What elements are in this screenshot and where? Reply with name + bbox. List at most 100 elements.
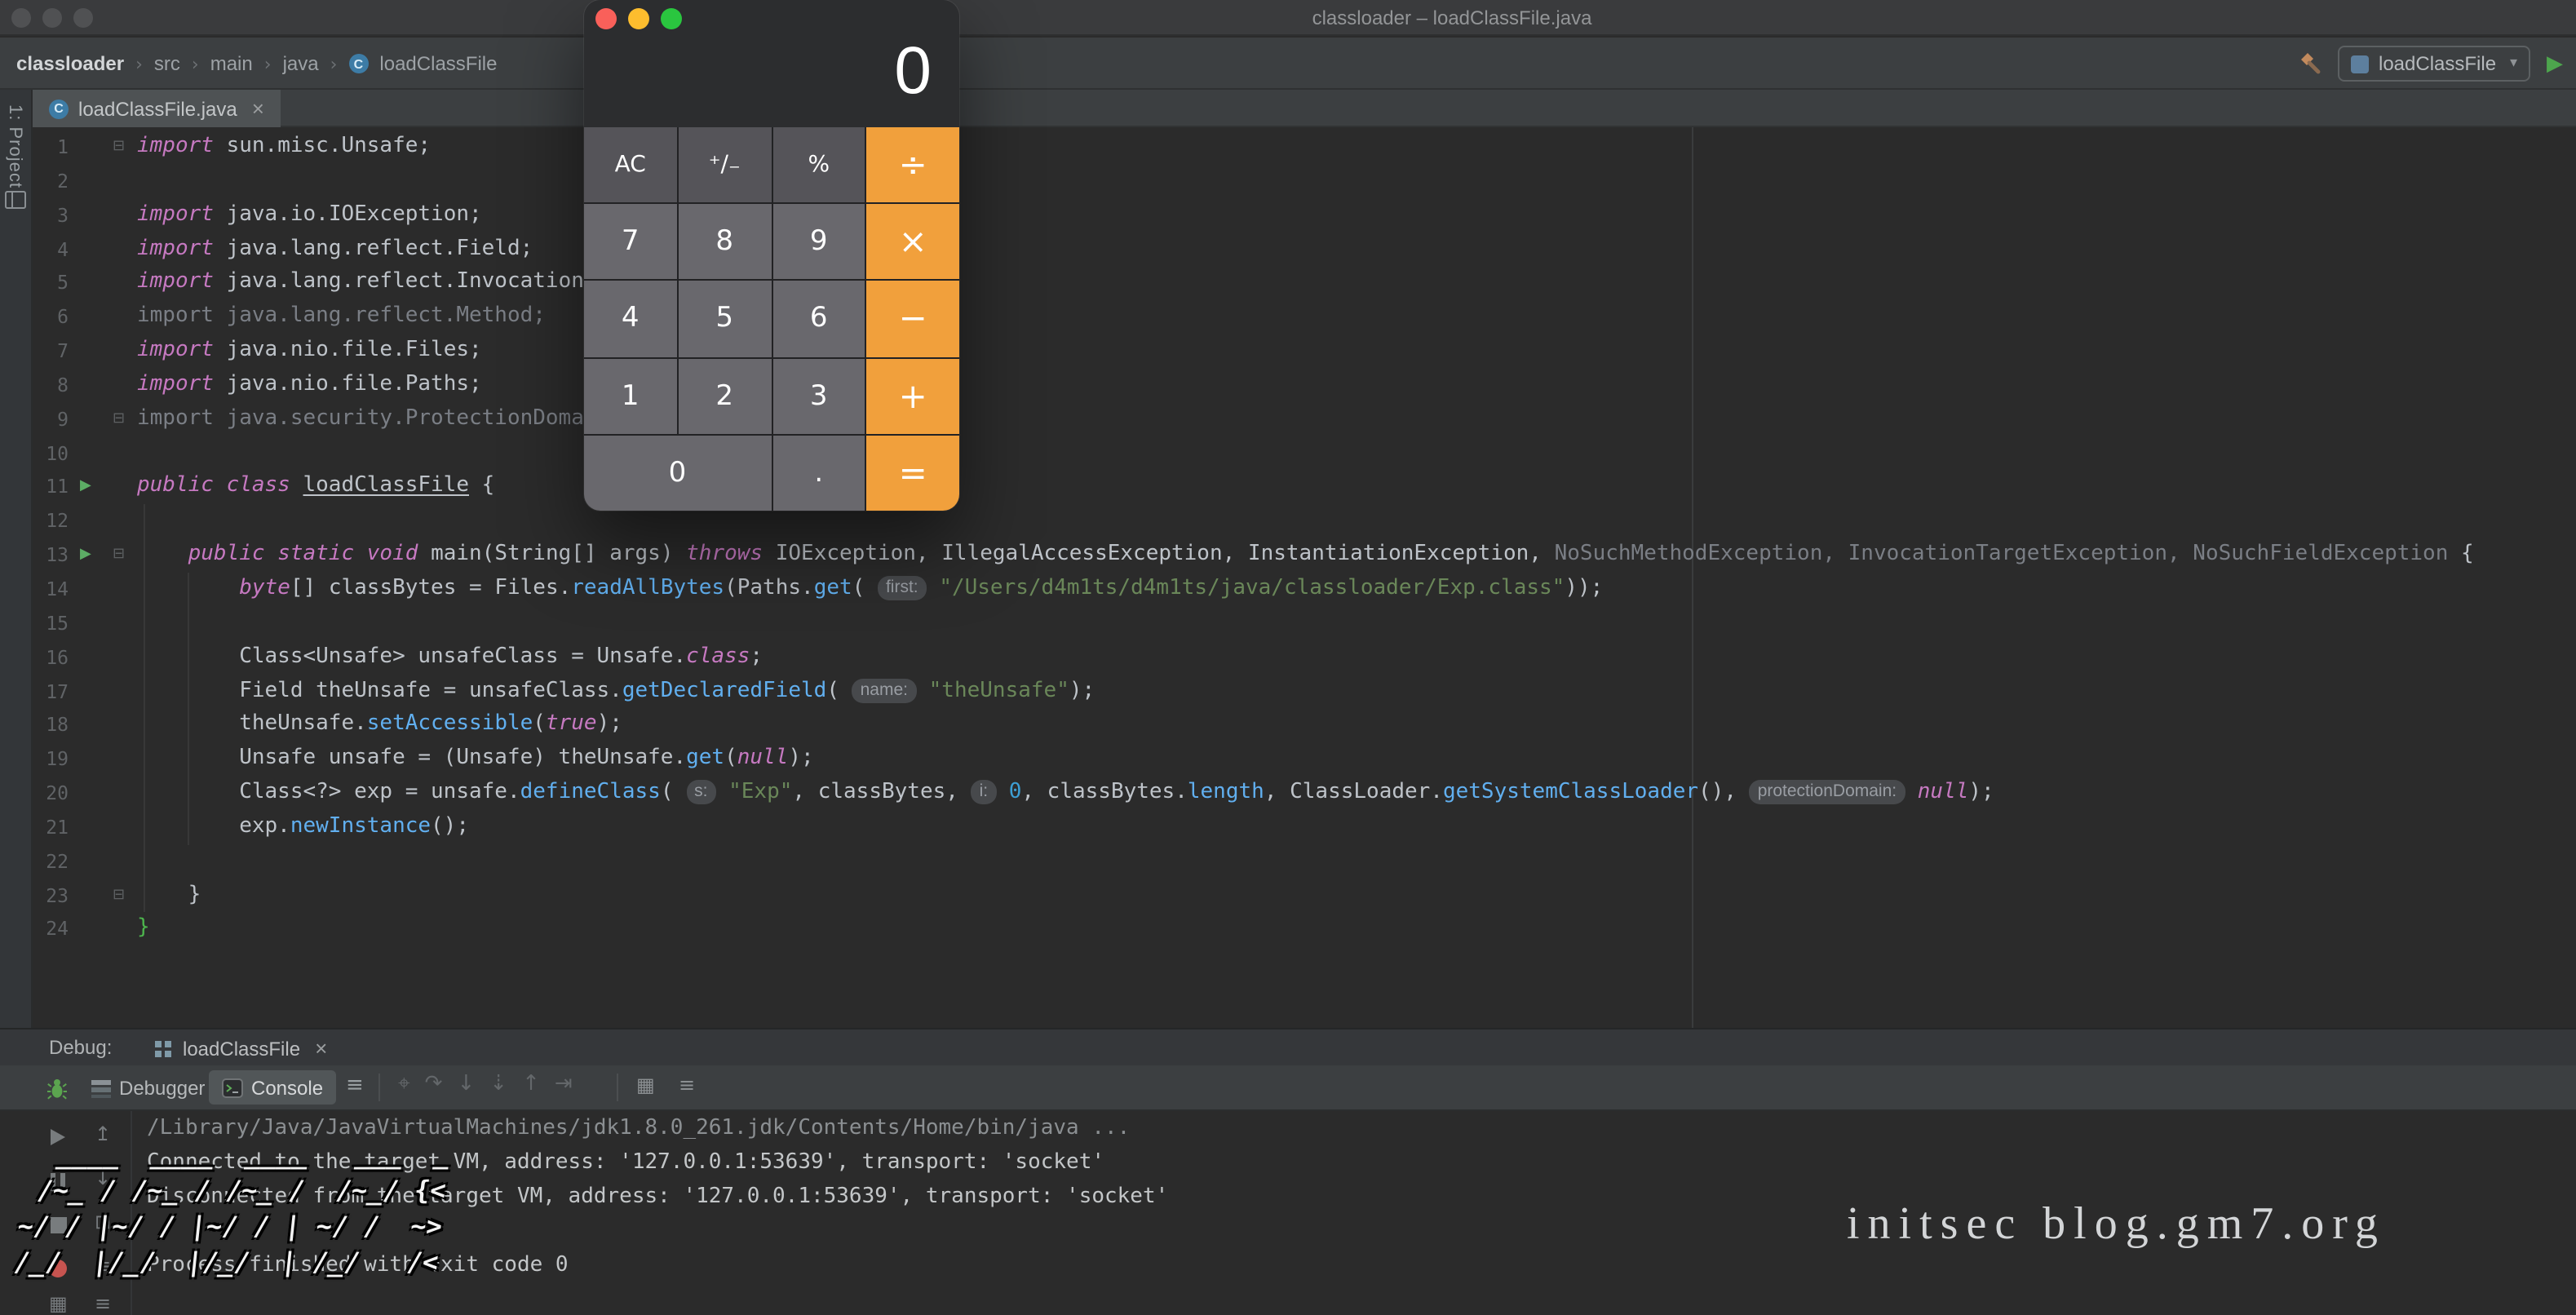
project-window-icon[interactable]	[5, 188, 26, 217]
console-line: Connected to the target VM, address: '12…	[147, 1145, 2512, 1180]
calc-key-4[interactable]: 4	[584, 281, 677, 356]
line-number: 3	[33, 198, 69, 232]
calc-key-1[interactable]: 1	[584, 358, 677, 433]
code-text: import java.io.IOException;	[137, 198, 482, 232]
debug-session-label: loadClassFile	[183, 1037, 300, 1060]
code-line: 22	[33, 844, 2576, 879]
code-line: 18 theUnsafe.setAccessible(true);	[33, 709, 2576, 743]
calc-key-7[interactable]: 7	[584, 204, 677, 279]
more-options-icon[interactable]: ≡	[346, 1074, 364, 1098]
code-text: Class<Unsafe> unsafeClass = Unsafe.class…	[137, 640, 763, 675]
code-line: 3 import java.io.IOException;	[33, 198, 2576, 232]
force-step-into-icon[interactable]: ⇣	[489, 1072, 507, 1096]
breadcrumb-item-main[interactable]: main	[210, 52, 253, 75]
calc-key-decimal[interactable]: .	[772, 436, 865, 511]
calc-key-9[interactable]: 9	[772, 204, 865, 279]
debug-session-tab[interactable]: loadClassFile ×	[144, 1029, 337, 1067]
line-number: 1	[33, 131, 69, 165]
calc-key-plus-minus[interactable]: ⁺∕₋	[679, 127, 772, 202]
console-output[interactable]: /Library/Java/JavaVirtualMachines/jdk1.8…	[147, 1111, 2512, 1282]
calc-key-ac[interactable]: AC	[584, 127, 677, 202]
project-tool-button[interactable]: 1: Project	[5, 104, 24, 188]
code-line: 2	[33, 165, 2576, 199]
code-text: public static void main(String[] args) t…	[137, 538, 2474, 573]
run-configuration-label: loadClassFile	[2379, 52, 2496, 75]
tab-console[interactable]: Console	[209, 1070, 336, 1105]
window-minimize-button[interactable]	[42, 8, 62, 28]
calc-key-divide[interactable]: ÷	[867, 127, 960, 202]
layout-icon[interactable]: ▦	[636, 1074, 655, 1096]
code-line: 17 Field theUnsafe = unsafeClass.getDecl…	[33, 675, 2576, 709]
calculator-display: 0	[894, 33, 932, 109]
fold-icon[interactable]: ⊟	[113, 879, 125, 913]
console-line: /Library/Java/JavaVirtualMachines/jdk1.8…	[147, 1111, 2512, 1145]
run-gutter-icon[interactable]: ▶	[80, 538, 91, 573]
show-execution-point-icon[interactable]: ⌖	[398, 1072, 410, 1096]
breadcrumb-item-java[interactable]: java	[283, 52, 319, 75]
run-to-cursor-icon[interactable]: ⇥	[555, 1072, 573, 1096]
calc-zoom-button[interactable]	[661, 8, 682, 29]
calc-key-2[interactable]: 2	[679, 358, 772, 433]
step-over-icon[interactable]: ↷	[425, 1072, 443, 1096]
tab-console-label: Console	[251, 1076, 323, 1099]
window-close-button[interactable]	[11, 8, 31, 28]
code-line: 4 import java.lang.reflect.Field;	[33, 232, 2576, 267]
calc-key-minus[interactable]: −	[867, 281, 960, 356]
code-text: Field theUnsafe = unsafeClass.getDeclare…	[137, 675, 1095, 709]
step-into-icon[interactable]: ↓	[457, 1072, 475, 1096]
breadcrumb-item-project[interactable]: classloader	[16, 52, 124, 75]
code-text: import java.nio.file.Files;	[137, 334, 482, 369]
calc-key-6[interactable]: 6	[772, 281, 865, 356]
line-number: 23	[33, 879, 69, 913]
settings-icon[interactable]: ≡	[679, 1074, 695, 1096]
run-configuration-select[interactable]: loadClassFile ▾	[2338, 46, 2530, 82]
line-number: 2	[33, 165, 69, 199]
calc-key-equals[interactable]: =	[867, 436, 960, 511]
breadcrumb-item-file[interactable]: loadClassFile	[379, 52, 497, 75]
calc-key-percent[interactable]: %	[772, 127, 865, 202]
fold-icon[interactable]: ⊟	[113, 403, 125, 437]
calc-minimize-button[interactable]	[628, 8, 649, 29]
line-number: 4	[33, 232, 69, 267]
calculator-keypad: AC⁺∕₋%÷ 789× 456− 123+0.=	[584, 127, 959, 511]
run-button[interactable]: ▶	[2547, 51, 2563, 76]
line-number: 6	[33, 300, 69, 334]
code-text: byte[] classBytes = Files.readAllBytes(P…	[137, 573, 1603, 607]
step-out-icon[interactable]: ↑	[522, 1072, 540, 1096]
hidden-toolbar-icon[interactable]: ≡	[95, 1294, 111, 1313]
window-zoom-button[interactable]	[73, 8, 93, 28]
calc-key-8[interactable]: 8	[679, 204, 772, 279]
debug-grid-icon	[153, 1038, 173, 1058]
line-number: 8	[33, 369, 69, 403]
breadcrumb-item-src[interactable]: src	[154, 52, 180, 75]
calc-key-5[interactable]: 5	[679, 281, 772, 356]
navigation-bar: classloader › src › main › java › C load…	[0, 38, 2576, 90]
tab-debugger[interactable]: Debugger	[78, 1070, 218, 1105]
tab-debugger-label: Debugger	[119, 1076, 205, 1099]
code-line: 6import java.lang.reflect.Method;	[33, 300, 2576, 334]
calc-key-0[interactable]: 0	[584, 436, 771, 511]
calc-close-button[interactable]	[595, 8, 617, 29]
code-line: 7import java.nio.file.Files;	[33, 334, 2576, 369]
code-text: import java.lang.reflect.Field;	[137, 232, 533, 267]
close-icon[interactable]: ×	[252, 96, 264, 121]
calc-key-plus[interactable]: +	[867, 358, 960, 433]
run-gutter-icon[interactable]: ▶	[80, 471, 91, 505]
code-lines: 1⊟import sun.misc.Unsafe;23import java.i…	[33, 131, 2576, 947]
code-line: 8import java.nio.file.Paths;	[33, 369, 2576, 403]
code-editor[interactable]: 1⊟import sun.misc.Unsafe;23import java.i…	[33, 127, 2576, 1028]
editor-tab-label: loadClassFile.java	[78, 97, 237, 120]
line-number: 24	[33, 913, 69, 947]
build-hammer-icon[interactable]	[2297, 51, 2321, 76]
code-text: public class loadClassFile {	[137, 471, 494, 505]
code-text: import java.security.ProtectionDomain;	[137, 403, 622, 437]
hidden-toolbar-icon[interactable]: ▦	[49, 1294, 68, 1313]
fold-icon[interactable]: ⊟	[113, 131, 125, 165]
close-icon[interactable]: ×	[315, 1036, 327, 1060]
fold-icon[interactable]: ⊟	[113, 538, 125, 573]
line-number: 12	[33, 505, 69, 539]
calc-key-3[interactable]: 3	[772, 358, 865, 433]
calc-key-multiply[interactable]: ×	[867, 204, 960, 279]
code-text: }	[137, 913, 150, 947]
tab-loadclassfile-java[interactable]: C loadClassFile.java ×	[33, 90, 281, 127]
